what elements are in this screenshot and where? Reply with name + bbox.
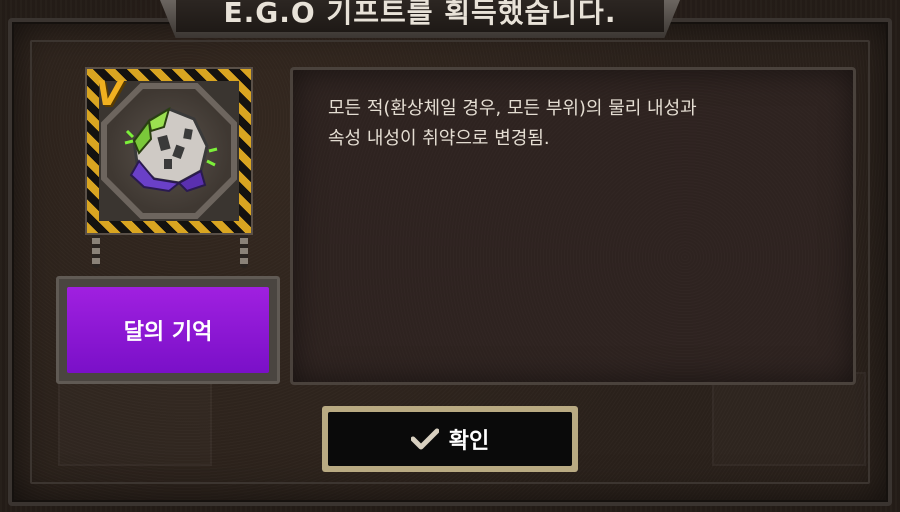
confirm-button[interactable]: 확인 [322, 406, 578, 472]
grade-badge: V [96, 74, 123, 114]
checkmark-icon [410, 428, 439, 450]
decor-left [58, 372, 212, 466]
gift-name: 달의 기억 [123, 320, 213, 345]
description-line: 모든 적(환상체일 경우, 모든 부위)의 물리 내성과 [328, 98, 697, 119]
dialog-title: E.G.O 기프트를 획득했습니다. [223, 0, 617, 29]
description-text: 모든 적(환상체일 경우, 모든 부위)의 물리 내성과 속성 내성이 취약으로… [328, 94, 828, 154]
confirm-label: 확인 [448, 429, 490, 454]
confirm-button-inner[interactable]: 확인 [328, 412, 572, 466]
description-box: 모든 적(환상체일 경우, 모든 부위)의 물리 내성과 속성 내성이 취약으로… [290, 67, 856, 385]
name-plate-inner: 달의 기억 [67, 287, 269, 373]
description-line: 속성 내성이 취약으로 변경됨. [328, 128, 550, 149]
decor-right [712, 372, 866, 466]
gift-name-plate: 달의 기억 [56, 276, 280, 384]
moon-memory-gift-icon [124, 106, 218, 193]
